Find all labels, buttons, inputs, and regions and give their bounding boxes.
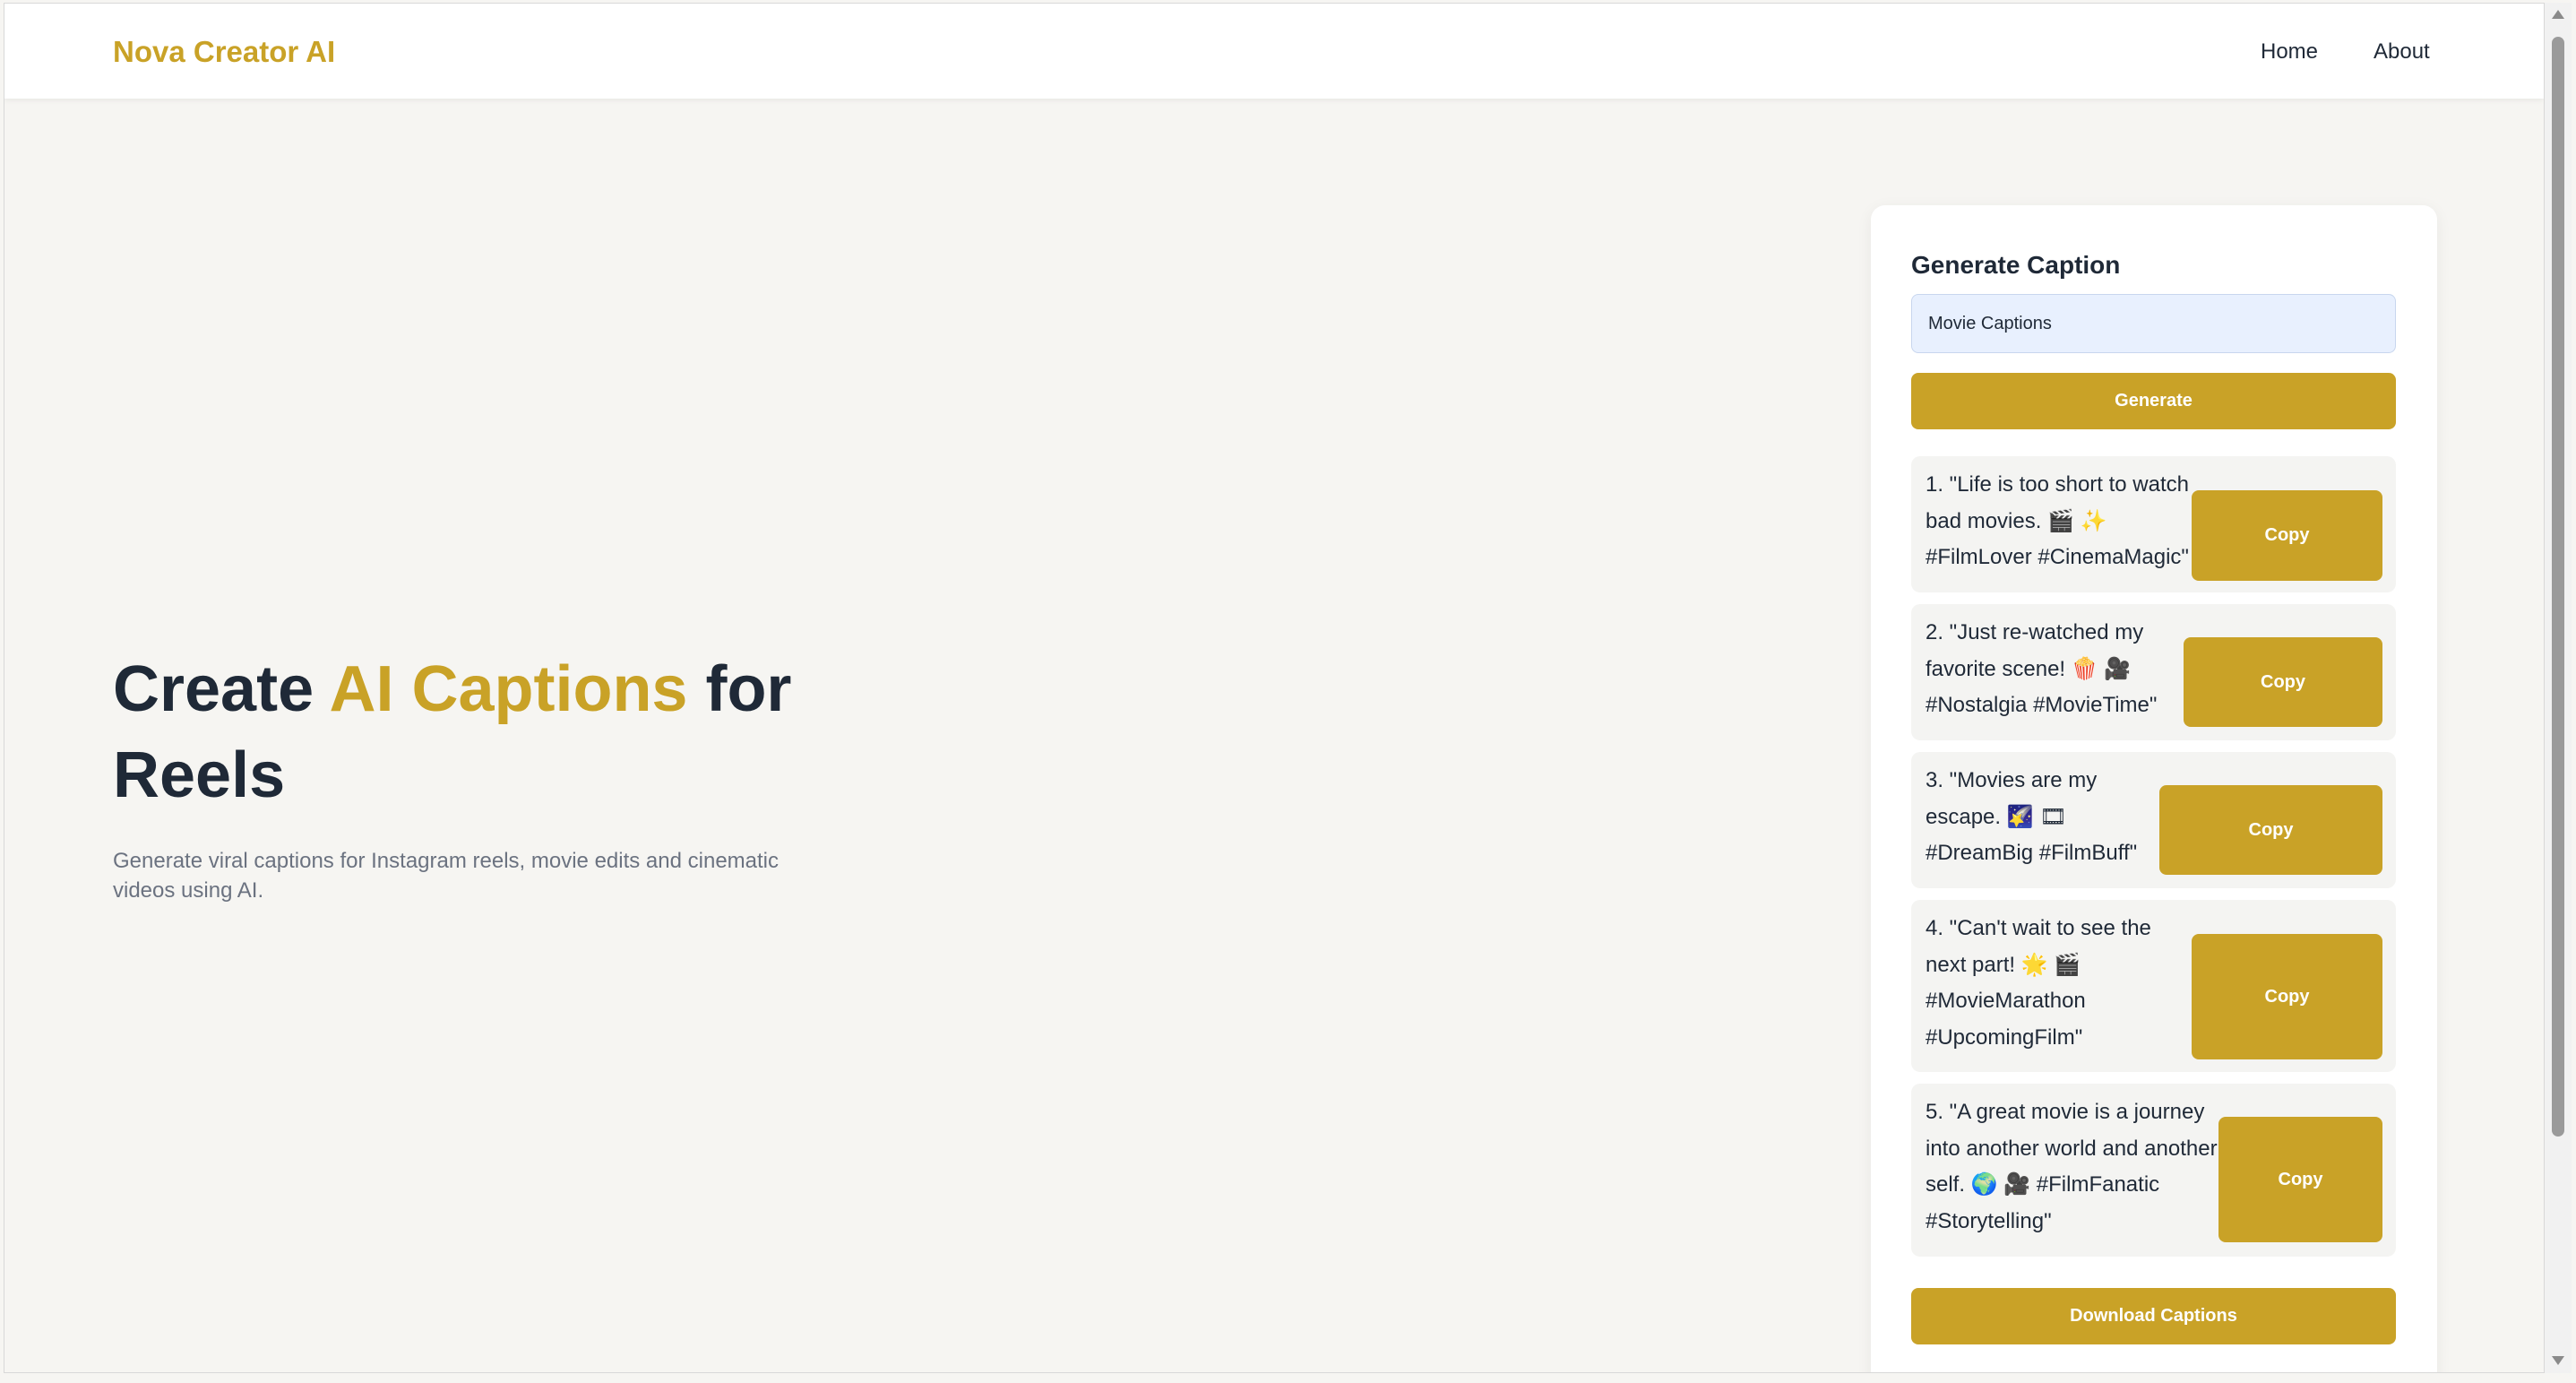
caption-item: 4. "Can't wait to see the next part! 🌟 🎬… xyxy=(1911,900,2396,1072)
caption-text: 1. "Life is too short to watch bad movie… xyxy=(1926,472,2189,569)
caption-text: 4. "Can't wait to see the next part! 🌟 🎬… xyxy=(1926,916,2151,1050)
caption-item: 3. "Movies are my escape. 🌠 🎞 #DreamBig … xyxy=(1911,752,2396,888)
caption-item: 1. "Life is too short to watch bad movie… xyxy=(1911,456,2396,592)
caption-generator-card: Generate Caption Generate 1. "Life is to… xyxy=(1871,205,2437,1372)
caption-text: 3. "Movies are my escape. 🌠 🎞 #DreamBig … xyxy=(1926,768,2138,865)
nav-link-home[interactable]: Home xyxy=(2261,39,2318,65)
hero-subtitle: Generate viral captions for Instagram re… xyxy=(113,849,780,903)
copy-button[interactable]: Copy xyxy=(2184,637,2382,727)
scrollbar-thumb[interactable] xyxy=(2552,37,2564,1137)
hero-title: Create AI Captions for Reels xyxy=(113,646,919,818)
hero-title-accent: AI Captions xyxy=(329,653,688,725)
hero-title-pre: Create xyxy=(113,653,330,725)
copy-button[interactable]: Copy xyxy=(2192,934,2382,1059)
copy-button[interactable]: Copy xyxy=(2192,490,2382,581)
caption-text: 2. "Just re-watched my favorite scene! 🍿… xyxy=(1926,620,2158,717)
navbar: Nova Creator AI Home About xyxy=(4,4,2544,99)
scroll-up-arrow-icon[interactable] xyxy=(2552,10,2564,19)
caption-text: 5. "A great movie is a journey into anot… xyxy=(1926,1100,2218,1233)
browser-viewport: Nova Creator AI Home About Create AI Cap… xyxy=(4,3,2545,1373)
topic-input[interactable] xyxy=(1911,294,2396,353)
brand-logo[interactable]: Nova Creator AI xyxy=(113,35,335,69)
copy-button[interactable]: Copy xyxy=(2159,785,2382,875)
download-captions-button[interactable]: Download Captions xyxy=(1911,1288,2396,1344)
caption-item: 5. "A great movie is a journey into anot… xyxy=(1911,1084,2396,1257)
scrollbar[interactable] xyxy=(2545,3,2572,1373)
nav-link-about[interactable]: About xyxy=(2374,39,2430,65)
scroll-down-arrow-icon[interactable] xyxy=(2552,1356,2564,1365)
generate-button[interactable]: Generate xyxy=(1911,373,2396,429)
caption-item: 2. "Just re-watched my favorite scene! 🍿… xyxy=(1911,604,2396,740)
copy-button[interactable]: Copy xyxy=(2218,1117,2382,1242)
card-title: Generate Caption xyxy=(1911,251,2121,279)
